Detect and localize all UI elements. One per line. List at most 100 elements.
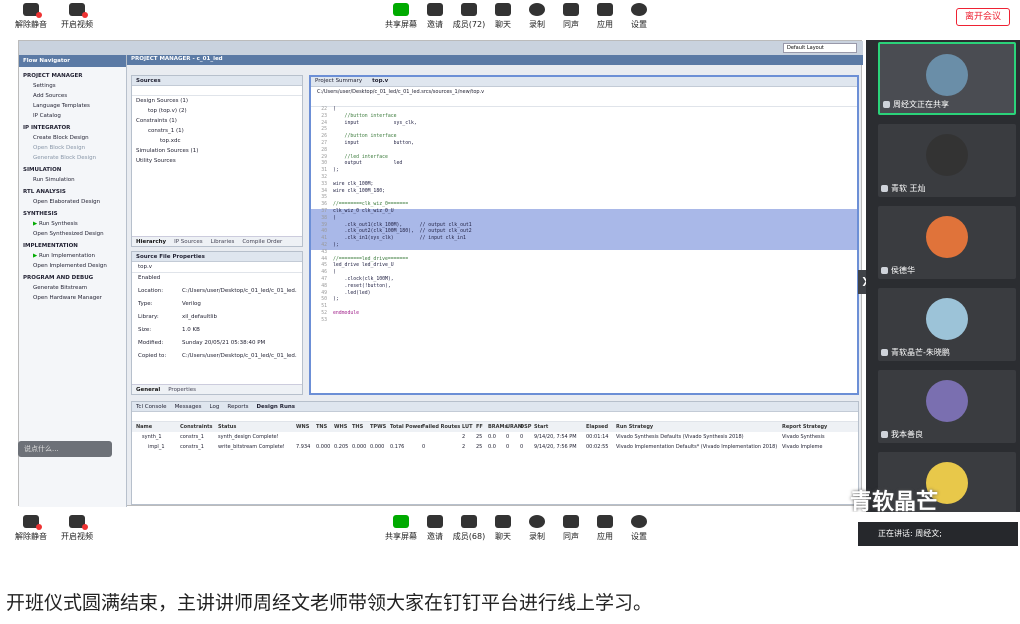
flow-nav-item[interactable]: IP Catalog <box>19 109 126 119</box>
participant-tile[interactable]: 青软晶芒-朱晓鹏 <box>878 288 1016 361</box>
toolbar-button-invite[interactable]: 邀请 <box>416 515 454 542</box>
toolbar-button-settings[interactable]: 设置 <box>620 515 658 542</box>
column-header[interactable]: LUT <box>462 422 472 432</box>
toolbar-button-mic-muted[interactable]: 解除静音 <box>12 515 50 542</box>
toolbar-button-interpret[interactable]: 同声 <box>552 515 590 542</box>
toolbar-button-apps[interactable]: 应用 <box>586 3 624 30</box>
toolbar-button-record[interactable]: 录制 <box>518 3 556 30</box>
sources-tab[interactable]: IP Sources <box>174 239 202 245</box>
column-header[interactable]: Total Power <box>390 422 423 432</box>
sources-tab[interactable]: Libraries <box>211 239 235 245</box>
runs-tab[interactable]: Design Runs <box>256 404 295 410</box>
flow-nav-item[interactable]: Open Hardware Manager <box>19 291 126 301</box>
line-text: .led(led) <box>333 290 371 296</box>
flow-nav-item[interactable]: Open Implemented Design <box>19 259 126 269</box>
table-row[interactable]: synth_1 constrs_1 synth_design Complete! 2 2… <box>132 432 858 442</box>
toolbar-button-chat[interactable]: 聊天 <box>484 3 522 30</box>
line-number: 53 <box>321 317 327 323</box>
code-editor: Project Summary top.v C:/Users/user/Deskt… <box>309 75 859 395</box>
source-tree-item[interactable]: top.xdc <box>132 136 302 146</box>
flow-nav-item[interactable]: Add Sources <box>19 89 126 99</box>
column-header[interactable]: TPWS <box>370 422 386 432</box>
code-line: 51 <box>311 304 857 311</box>
source-tree-item[interactable]: Constraints (1) <box>132 116 302 126</box>
toolbar-button-camera-off[interactable]: 开启视频 <box>58 515 96 542</box>
table-row[interactable]: impl_1 constrs_1 write_bitstream Complete!… <box>132 442 858 452</box>
flow-nav-item[interactable]: Settings <box>19 79 126 89</box>
toolbar-button-members[interactable]: 成员(72) <box>450 3 488 30</box>
line-number: 31 <box>321 168 327 174</box>
column-header[interactable]: Name <box>136 422 152 432</box>
participant-tile[interactable]: 周经文正在共享 <box>878 42 1016 115</box>
sources-tab[interactable]: Hierarchy <box>136 239 166 245</box>
flow-nav-item[interactable]: Run Simulation <box>19 173 126 183</box>
properties-tab[interactable]: Properties <box>168 387 196 393</box>
properties-tab[interactable]: General <box>136 387 160 393</box>
code-area[interactable]: 22(23 //button interface 24 input sys_clk… <box>311 107 857 325</box>
sources-tabs: Hierarchy IP Sources Libraries Compile Orde… <box>132 236 302 246</box>
flow-nav-item[interactable]: Generate Bitstream <box>19 281 126 291</box>
toolbar-button-invite[interactable]: 邀请 <box>416 3 454 30</box>
editor-tab[interactable]: top.v <box>372 78 388 84</box>
table-cell: 0.000 <box>316 444 331 450</box>
toolbar-button-interpret[interactable]: 同声 <box>552 3 590 30</box>
table-cell: 0 <box>520 444 524 450</box>
column-header[interactable]: Failed Routes <box>422 422 460 432</box>
flow-nav-item[interactable]: Language Templates <box>19 99 126 109</box>
source-tree-item[interactable]: Utility Sources <box>132 156 302 166</box>
runs-tab[interactable]: Messages <box>175 404 202 410</box>
layout-select[interactable]: Default Layout <box>783 43 857 53</box>
column-header[interactable]: Start <box>534 422 548 432</box>
column-header[interactable]: Status <box>218 422 236 432</box>
column-header[interactable]: FF <box>476 422 483 432</box>
participant-tile[interactable]: 侯德华 <box>878 206 1016 279</box>
toolbar-button-screen-share[interactable]: 共享屏幕 <box>382 3 420 30</box>
runs-tab[interactable]: Reports <box>227 404 248 410</box>
toolbar-button-settings[interactable]: 设置 <box>620 3 658 30</box>
runs-tab[interactable]: Tcl Console <box>136 404 167 410</box>
source-tree-item[interactable]: Design Sources (1) <box>132 96 302 106</box>
property-key: Enabled <box>138 275 161 281</box>
toolbar-button-mic-muted[interactable]: 解除静音 <box>12 3 50 30</box>
toolbar-button-chat[interactable]: 聊天 <box>484 515 522 542</box>
column-header[interactable]: Constraints <box>180 422 213 432</box>
sources-tab[interactable]: Compile Order <box>242 239 282 245</box>
flow-nav-item[interactable]: Run Synthesis <box>19 217 126 227</box>
invite-icon <box>427 3 443 16</box>
flow-nav-item[interactable]: Generate Block Design <box>19 151 126 161</box>
source-tree-item[interactable]: Simulation Sources (1) <box>132 146 302 156</box>
flow-nav-item[interactable]: Run Implementation <box>19 249 126 259</box>
flow-nav-item[interactable]: Open Block Design <box>19 141 126 151</box>
toolbar-button-apps[interactable]: 应用 <box>586 515 624 542</box>
column-header[interactable]: Run Strategy <box>616 422 653 432</box>
column-header[interactable]: Elapsed <box>586 422 608 432</box>
column-header[interactable]: THS <box>352 422 363 432</box>
source-tree-item[interactable]: top (top.v) (2) <box>132 106 302 116</box>
column-header[interactable]: Report Strategy <box>782 422 827 432</box>
code-line: 43 <box>311 250 857 257</box>
line-text: ); <box>333 242 339 248</box>
column-header[interactable]: WNS <box>296 422 309 432</box>
column-header[interactable]: TNS <box>316 422 327 432</box>
line-text: ); <box>333 168 339 174</box>
participant-tile[interactable]: 我本善良 <box>878 370 1016 443</box>
toolbar-button-record[interactable]: 录制 <box>518 515 556 542</box>
table-cell: Vivado Impleme <box>782 444 823 450</box>
participant-avatar <box>926 216 968 258</box>
flow-nav-item[interactable]: Open Elaborated Design <box>19 195 126 205</box>
toolbar-button-members[interactable]: 成员(68) <box>450 515 488 542</box>
chat-input[interactable]: 说点什么... <box>18 441 112 457</box>
column-header[interactable]: BRAMs <box>488 422 507 432</box>
toolbar-button-screen-share[interactable]: 共享屏幕 <box>382 515 420 542</box>
leave-meeting-button[interactable]: 离开会议 <box>955 8 1010 26</box>
column-header[interactable]: DSP <box>520 422 531 432</box>
mic-muted-label: 解除静音 <box>15 532 47 541</box>
runs-tab[interactable]: Log <box>210 404 220 410</box>
toolbar-button-camera-off[interactable]: 开启视频 <box>58 3 96 30</box>
flow-nav-item[interactable]: Create Block Design <box>19 131 126 141</box>
source-tree-item[interactable]: constrs_1 (1) <box>132 126 302 136</box>
flow-nav-item[interactable]: Open Synthesized Design <box>19 227 126 237</box>
editor-tab[interactable]: Project Summary <box>315 78 362 84</box>
column-header[interactable]: WHS <box>334 422 347 432</box>
participant-tile[interactable]: 青软 王灿 <box>878 124 1016 197</box>
